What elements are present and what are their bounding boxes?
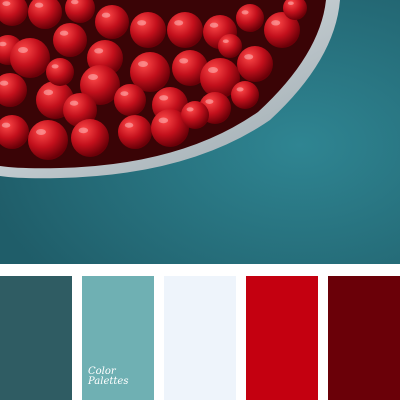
strawberry bbox=[46, 58, 74, 86]
strawberry-highlight bbox=[120, 91, 129, 96]
photo bbox=[0, 0, 400, 264]
strawberry bbox=[95, 5, 129, 39]
strawberry-highlight bbox=[174, 20, 184, 26]
strawberry-highlight bbox=[236, 87, 244, 92]
strawberry bbox=[71, 119, 109, 157]
strawberry-highlight bbox=[124, 122, 134, 128]
strawberry bbox=[167, 12, 203, 48]
strawberry-highlight bbox=[287, 1, 294, 5]
strawberry-highlight bbox=[36, 129, 46, 135]
strawberry-highlight bbox=[205, 99, 214, 104]
strawberry bbox=[181, 101, 209, 129]
strawberry bbox=[236, 4, 264, 32]
strawberry bbox=[130, 12, 166, 48]
strawberry-highlight bbox=[244, 54, 254, 60]
strawberry-highlight bbox=[18, 47, 28, 53]
strawberry-highlight bbox=[208, 67, 218, 73]
swatch-4 bbox=[246, 276, 318, 400]
strawberry-highlight bbox=[158, 117, 169, 124]
swatch-5 bbox=[328, 276, 400, 400]
strawberry-highlight bbox=[101, 12, 111, 18]
strawberry-highlight bbox=[1, 122, 11, 128]
strawberry-highlight bbox=[137, 20, 147, 26]
strawberry bbox=[231, 81, 259, 109]
strawberry-highlight bbox=[179, 58, 189, 64]
strawberry-highlight bbox=[59, 30, 69, 36]
strawberry-highlight bbox=[94, 48, 104, 54]
strawberry-highlight bbox=[222, 39, 229, 43]
strawberry-highlight bbox=[78, 127, 89, 134]
strawberry-highlight bbox=[271, 20, 281, 26]
strawberry-highlight bbox=[43, 89, 54, 96]
strawberry-highlight bbox=[51, 64, 59, 69]
color-palettes-logo: Color Palettes bbox=[88, 367, 128, 387]
swatch-1 bbox=[0, 276, 72, 400]
swatch-3 bbox=[164, 276, 236, 400]
strawberry bbox=[53, 23, 87, 57]
strawberry bbox=[118, 115, 152, 149]
strawberry bbox=[218, 34, 242, 58]
strawberry-highlight bbox=[241, 10, 249, 15]
palette bbox=[0, 276, 400, 400]
logo-line-2: Palettes bbox=[88, 376, 129, 387]
strawberry-highlight bbox=[209, 22, 219, 28]
strawberry-highlight bbox=[186, 107, 194, 112]
strawberry-highlight bbox=[69, 100, 79, 106]
strawberry-highlight bbox=[88, 74, 98, 80]
strawberry bbox=[28, 120, 68, 160]
strawberry bbox=[10, 38, 50, 78]
strawberry-highlight bbox=[159, 95, 169, 101]
strawberry-highlight bbox=[0, 80, 9, 86]
strawberry bbox=[237, 46, 273, 82]
strawberry-highlight bbox=[138, 61, 148, 67]
strawberry-highlight bbox=[34, 2, 44, 8]
strawberry bbox=[114, 84, 146, 116]
strawberry-highlight bbox=[2, 1, 11, 6]
